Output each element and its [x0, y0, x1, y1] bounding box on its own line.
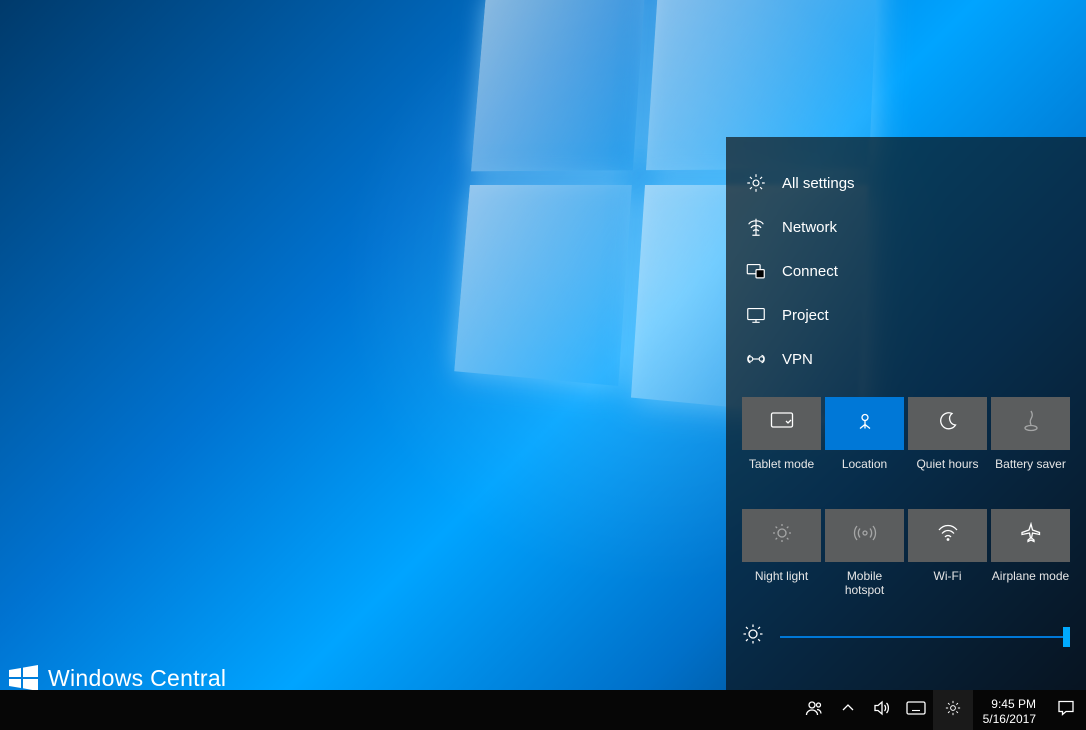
- tile-label: Tablet mode: [749, 457, 814, 485]
- tray-people[interactable]: [797, 690, 831, 730]
- tile-tablet-mode[interactable]: [742, 397, 821, 450]
- airplane-icon: [1020, 522, 1042, 549]
- tray-overflow[interactable]: [831, 690, 865, 730]
- tile-wifi[interactable]: [908, 509, 987, 562]
- vpn-icon: [744, 348, 768, 370]
- tray-action-center[interactable]: [1046, 690, 1086, 730]
- keyboard-icon: [906, 701, 926, 720]
- brightness-slider-thumb[interactable]: [1063, 627, 1070, 647]
- menu-vpn[interactable]: VPN: [742, 337, 1070, 381]
- menu-network[interactable]: Network: [742, 205, 1070, 249]
- tray-volume[interactable]: [865, 690, 899, 730]
- menu-project[interactable]: Project: [742, 293, 1070, 337]
- brightness-slider[interactable]: [780, 636, 1070, 638]
- brightness-icon: [742, 623, 764, 650]
- action-center-panel: All settings Network Connect Project: [726, 137, 1086, 690]
- tile-label: Quiet hours: [916, 457, 978, 485]
- tile-label: Wi-Fi: [934, 569, 962, 597]
- action-center-icon: [1057, 699, 1075, 722]
- gear-icon: [744, 172, 768, 194]
- wifi-icon: [937, 523, 959, 548]
- watermark-text: Windows Central: [48, 665, 226, 691]
- desktop[interactable]: Windows Central All settings Network: [0, 0, 1086, 690]
- taskbar-date: 5/16/2017: [983, 712, 1036, 727]
- tile-label: Mobile hotspot: [845, 569, 884, 597]
- tray-settings[interactable]: [933, 690, 973, 730]
- hotspot-icon: [853, 523, 877, 548]
- tile-label: Battery saver: [995, 457, 1066, 485]
- tile-label: Night light: [755, 569, 808, 597]
- brightness-control: [742, 623, 1070, 650]
- speaker-icon: [873, 699, 891, 722]
- watermark: Windows Central: [6, 661, 226, 690]
- tile-mobile-hotspot[interactable]: [825, 509, 904, 562]
- system-tray: 9:45 PM 5/16/2017: [797, 690, 1086, 730]
- brightness-slider-fill: [780, 636, 1070, 638]
- chevron-up-icon: [841, 701, 855, 720]
- project-icon: [744, 304, 768, 326]
- menu-all-settings[interactable]: All settings: [742, 161, 1070, 205]
- menu-connect[interactable]: Connect: [742, 249, 1070, 293]
- gear-icon: [944, 699, 962, 722]
- tile-airplane-mode[interactable]: [991, 509, 1070, 562]
- people-icon: [805, 699, 823, 722]
- moon-icon: [938, 411, 958, 436]
- connect-icon: [744, 260, 768, 282]
- network-icon: [744, 216, 768, 238]
- tile-label: Location: [842, 457, 887, 485]
- location-icon: [854, 410, 876, 437]
- taskbar-clock[interactable]: 9:45 PM 5/16/2017: [973, 694, 1046, 727]
- tile-label: Airplane mode: [992, 569, 1069, 597]
- sun-icon: [771, 522, 793, 549]
- tile-quiet-hours[interactable]: [908, 397, 987, 450]
- menu-label: Project: [782, 307, 829, 324]
- tablet-mode-icon: [770, 411, 794, 436]
- windows-central-logo-icon: [6, 661, 40, 690]
- taskbar-time: 9:45 PM: [983, 697, 1036, 712]
- action-center-menu: All settings Network Connect Project: [742, 161, 1070, 381]
- menu-label: All settings: [782, 175, 855, 192]
- tray-input-keyboard[interactable]: [899, 690, 933, 730]
- tile-night-light[interactable]: [742, 509, 821, 562]
- quick-action-tiles: Tablet mode Location Quiet hours Battery…: [742, 397, 1070, 597]
- menu-label: Connect: [782, 263, 838, 280]
- menu-label: Network: [782, 219, 837, 236]
- tile-location[interactable]: [825, 397, 904, 450]
- battery-saver-icon: [1021, 410, 1041, 437]
- taskbar: 9:45 PM 5/16/2017: [0, 690, 1086, 730]
- tile-battery-saver[interactable]: [991, 397, 1070, 450]
- menu-label: VPN: [782, 351, 813, 368]
